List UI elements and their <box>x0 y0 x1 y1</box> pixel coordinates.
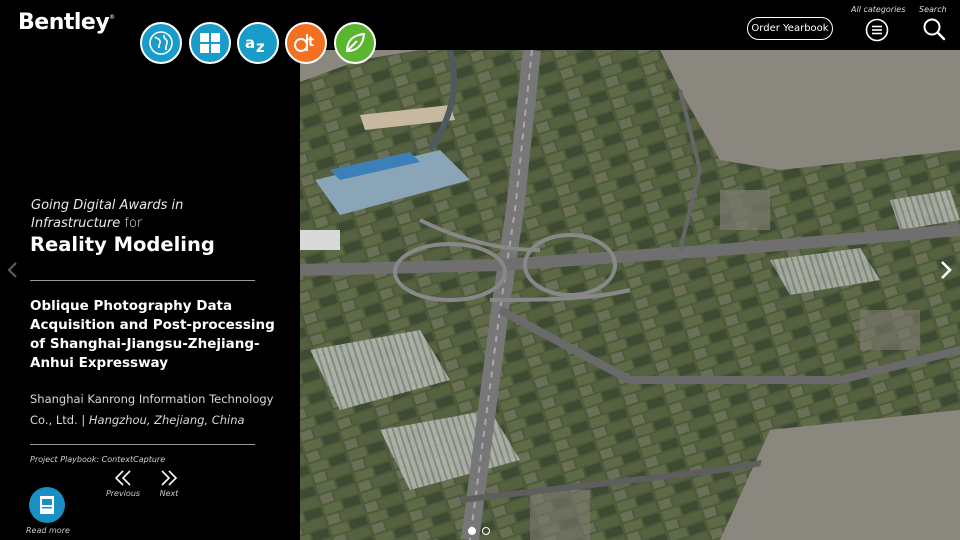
all-categories-label: All categories <box>851 5 906 14</box>
chevron-right-icon[interactable] <box>938 260 954 280</box>
divider <box>30 280 255 281</box>
trademark: ® <box>109 14 115 21</box>
az-icon: a z <box>245 34 265 55</box>
carousel-dot[interactable] <box>468 527 476 535</box>
award-line-1: Going Digital Awards in <box>31 198 184 213</box>
organization-line-1: Shanghai Kanrong Information Technology <box>30 392 274 406</box>
project-info-panel: Going Digital Awards in Infrastructure f… <box>0 50 300 540</box>
carousel-dots <box>468 527 490 535</box>
order-yearbook-button[interactable]: Order Yearbook <box>747 17 833 40</box>
globe-category-button[interactable] <box>140 22 182 64</box>
bentley-logo[interactable]: Bentley® <box>18 10 115 35</box>
location: Hangzhou, Zhejiang, China <box>88 413 245 427</box>
project-playbook: Project Playbook: ContextCapture <box>30 455 166 464</box>
award-line-2: Infrastructure <box>31 216 121 231</box>
yearbook-book-button[interactable] <box>29 487 65 523</box>
organization-line-2: Co., Ltd. | <box>30 413 89 427</box>
aerial-photo <box>300 50 960 540</box>
grid-icon <box>200 33 220 53</box>
grid-category-button[interactable] <box>189 22 231 64</box>
project-title-line: Oblique Photography Data <box>30 298 233 314</box>
project-title-line: Anhui Expressway <box>30 355 169 371</box>
project-title-line: Acquisition and Post-processing <box>30 317 275 333</box>
book-icon <box>40 496 54 514</box>
dt-icon: t <box>294 34 314 52</box>
project-title: Oblique Photography Data Acquisition and… <box>30 297 298 373</box>
organization: Shanghai Kanrong Information Technology … <box>30 389 290 431</box>
divider <box>30 444 255 445</box>
read-more-link[interactable]: Read more <box>26 526 70 535</box>
globe-icon <box>149 31 173 55</box>
award-category: Reality Modeling <box>30 233 215 256</box>
double-chevron-left-icon <box>114 470 131 486</box>
carousel-dot[interactable] <box>482 527 490 535</box>
brand-name: Bentley <box>18 10 110 35</box>
double-chevron-right-icon <box>161 470 178 486</box>
award-program: Going Digital Awards in Infrastructure f… <box>31 197 271 233</box>
menu-icon[interactable] <box>865 18 889 42</box>
svg-text:t: t <box>308 35 314 50</box>
next-button[interactable]: Next <box>144 470 194 498</box>
svg-text:a: a <box>245 34 255 52</box>
previous-button[interactable]: Previous <box>98 470 148 498</box>
leaf-icon <box>345 32 366 53</box>
search-icon[interactable] <box>922 17 946 41</box>
dt-category-button[interactable]: t <box>285 22 327 64</box>
previous-label: Previous <box>105 489 141 498</box>
az-category-button[interactable]: a z <box>237 22 279 64</box>
next-label: Next <box>159 489 179 498</box>
svg-text:z: z <box>256 38 265 55</box>
award-for: for <box>124 216 143 231</box>
chevron-left-icon[interactable] <box>6 262 18 278</box>
leaf-category-button[interactable] <box>334 22 376 64</box>
search-label: Search <box>919 5 947 14</box>
project-title-line: of Shanghai-Jiangsu-Zhejiang- <box>30 336 260 352</box>
